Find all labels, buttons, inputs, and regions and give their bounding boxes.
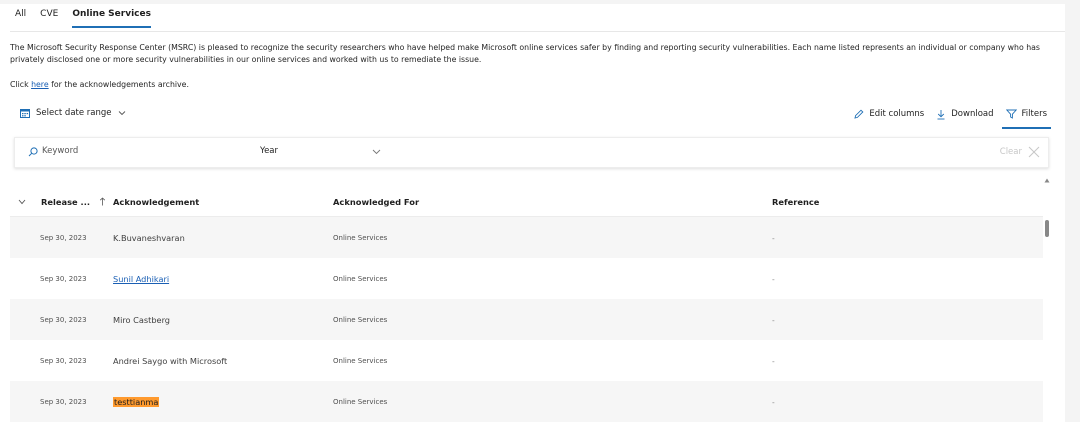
row-acknowledged-for: Online Services: [333, 274, 388, 283]
acknowledgements-table: Release ... Acknowledgement Acknowledged…: [10, 186, 1043, 422]
tab-online-services[interactable]: Online Services: [72, 9, 151, 28]
tab-all[interactable]: All: [15, 9, 26, 28]
column-reference[interactable]: Reference: [772, 197, 819, 207]
sort-arrow-icon: [99, 197, 105, 206]
year-select[interactable]: Year: [260, 146, 278, 156]
column-release[interactable]: Release ...: [41, 197, 106, 207]
archive-note: Click here for the acknowledgements arch…: [10, 80, 189, 89]
row-acknowledgement: Sunil Adhikari: [113, 274, 169, 284]
collapse-all-chevron-icon[interactable]: [18, 199, 26, 205]
scrollbar-thumb[interactable]: [1045, 220, 1049, 237]
researcher-link[interactable]: Sunil Adhikari: [113, 274, 169, 284]
row-date: Sep 30, 2023: [40, 274, 87, 283]
page: All CVE Online Services The Microsoft Se…: [0, 4, 1065, 422]
row-date: Sep 30, 2023: [40, 233, 87, 242]
archive-suffix: for the acknowledgements archive.: [48, 80, 189, 89]
row-date: Sep 30, 2023: [40, 356, 87, 365]
date-range-label: Select date range: [36, 108, 112, 118]
chevron-down-icon: [118, 111, 125, 116]
row-reference: -: [772, 397, 775, 407]
date-range-picker[interactable]: Select date range: [20, 108, 126, 118]
toolbar: Edit columns Download Filters: [842, 107, 1051, 129]
row-acknowledged-for: Online Services: [333, 233, 388, 242]
row-acknowledgement: Andrei Saygo with Microsoft: [113, 355, 228, 366]
filters-active-indicator: [1001, 127, 1051, 129]
row-reference: -: [772, 315, 775, 325]
download-label: Download: [951, 109, 994, 119]
row-reference: -: [772, 356, 775, 366]
tab-cve[interactable]: CVE: [40, 9, 58, 28]
highlighted-name: testtianma: [113, 396, 160, 407]
edit-columns-label: Edit columns: [869, 109, 925, 119]
row-acknowledged-for: Online Services: [333, 356, 388, 365]
column-release-label: Release ...: [41, 197, 90, 207]
pencil-icon: [854, 109, 864, 119]
filter-icon: [1005, 109, 1017, 119]
row-reference: -: [772, 274, 775, 284]
row-acknowledged-for: Online Services: [333, 315, 388, 324]
table-row: Sep 30, 2023 testtianma Online Services …: [10, 381, 1043, 422]
table-row: Sep 30, 2023 K.Buvaneshvaran Online Serv…: [10, 217, 1043, 258]
tab-bar: All CVE Online Services: [15, 9, 165, 28]
chevron-down-icon[interactable]: [372, 149, 381, 155]
clear-button[interactable]: Clear: [1000, 147, 1022, 157]
column-acknowledgement[interactable]: Acknowledgement: [113, 197, 199, 207]
row-reference: -: [772, 233, 775, 243]
row-acknowledgement: Miro Castberg: [113, 314, 171, 325]
download-button[interactable]: Download: [936, 107, 994, 121]
archive-link[interactable]: here: [31, 80, 49, 89]
table-header: Release ... Acknowledgement Acknowledged…: [10, 186, 1043, 217]
row-acknowledgement: testtianma: [113, 396, 160, 407]
table-row: Sep 30, 2023 Sunil Adhikari Online Servi…: [10, 258, 1043, 299]
calendar-icon: [20, 108, 30, 118]
scroll-up-icon[interactable]: [1044, 178, 1050, 183]
vertical-scrollbar[interactable]: [1042, 174, 1052, 422]
tabs-divider: [10, 31, 1065, 32]
table-row: Sep 30, 2023 Andrei Saygo with Microsoft…: [10, 340, 1043, 381]
row-acknowledged-for: Online Services: [333, 397, 388, 406]
close-icon[interactable]: [1028, 146, 1040, 158]
intro-paragraph: The Microsoft Security Response Center (…: [10, 43, 1040, 64]
search-icon: [28, 147, 38, 157]
keyword-input[interactable]: Keyword: [42, 146, 78, 156]
filter-bar: Keyword Year Clear: [14, 137, 1049, 168]
download-icon: [937, 109, 945, 119]
table-row: Sep 30, 2023 Miro Castberg Online Servic…: [10, 299, 1043, 340]
row-date: Sep 30, 2023: [40, 397, 87, 406]
edit-columns-button[interactable]: Edit columns: [854, 107, 924, 121]
row-acknowledgement: K.Buvaneshvaran: [113, 232, 185, 243]
column-acknowledged-for[interactable]: Acknowledged For: [333, 197, 419, 207]
filters-button[interactable]: Filters: [1001, 107, 1051, 129]
archive-prefix: Click: [10, 80, 32, 89]
filters-label: Filters: [1021, 109, 1047, 119]
row-date: Sep 30, 2023: [40, 315, 87, 324]
